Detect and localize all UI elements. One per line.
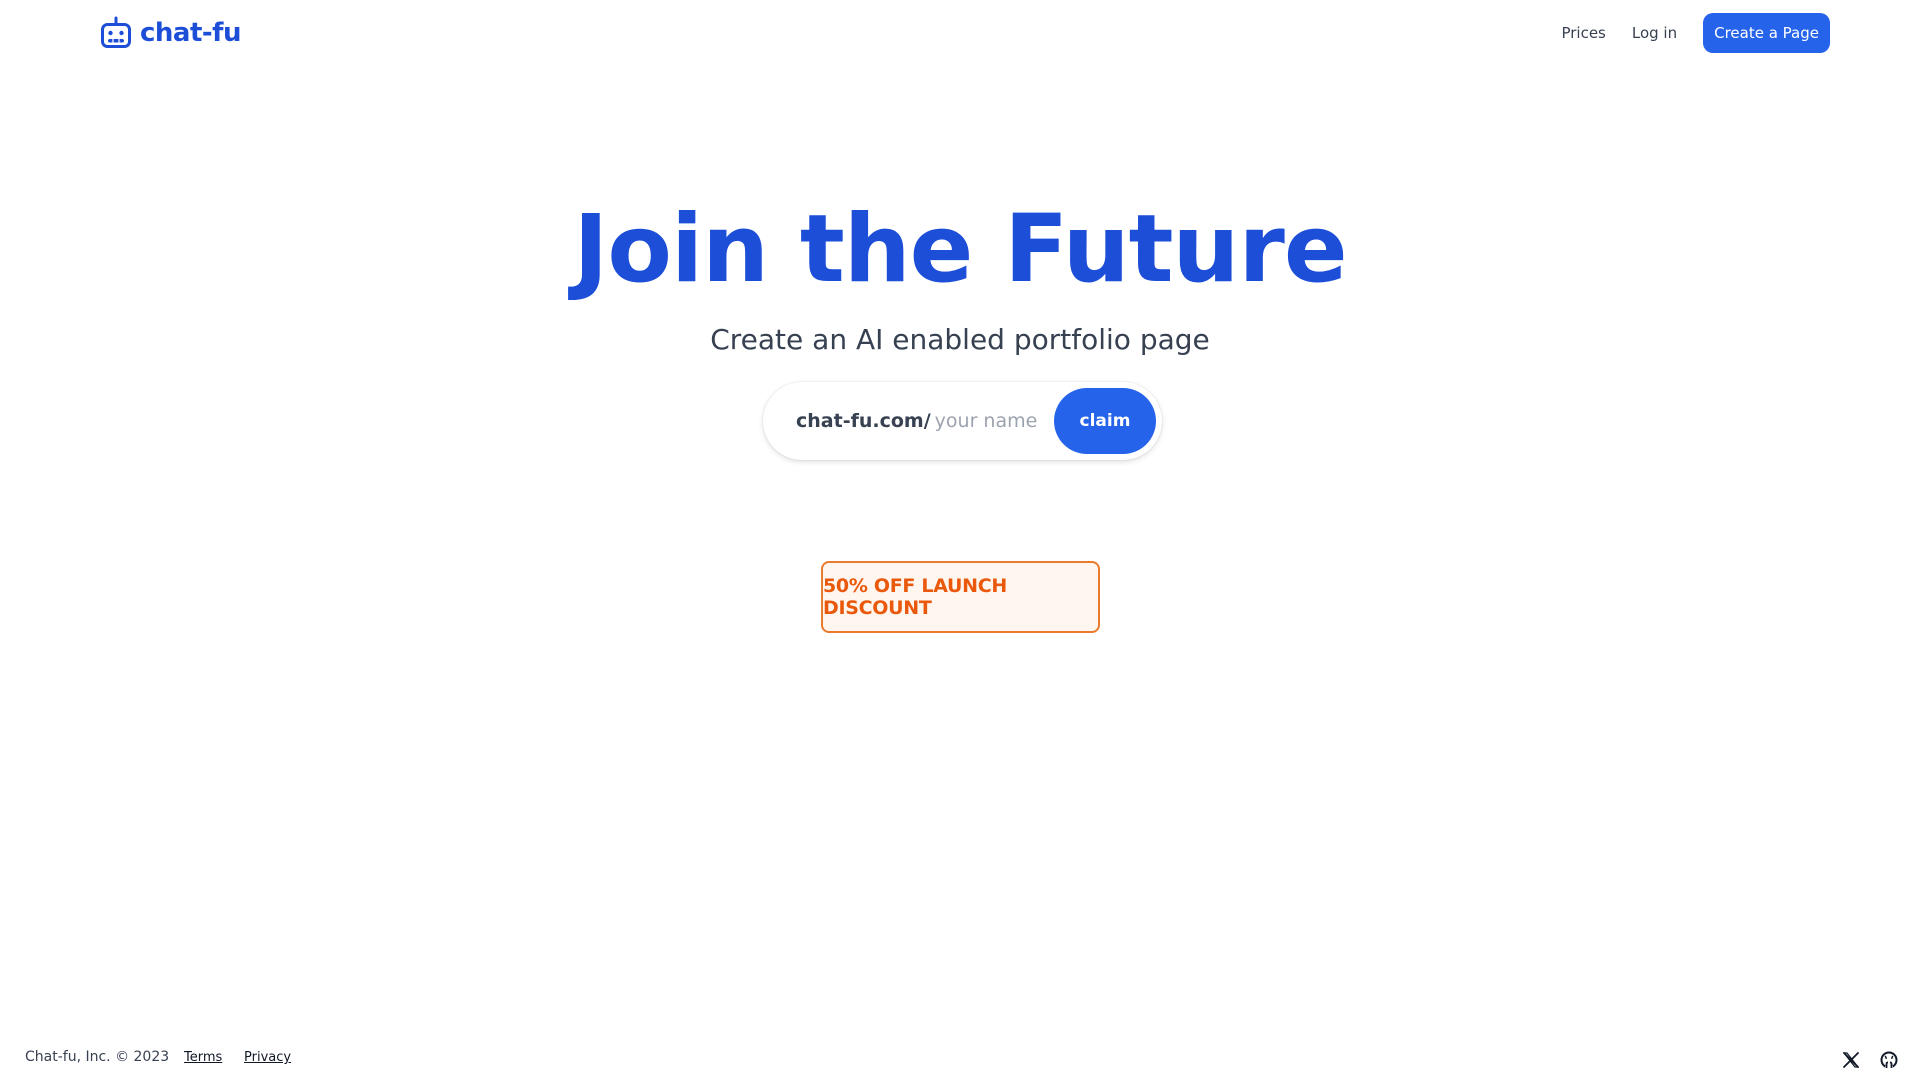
github-icon[interactable] bbox=[1879, 1050, 1899, 1070]
main-nav: Prices Log in Create a Page bbox=[1561, 13, 1830, 53]
x-icon[interactable] bbox=[1841, 1050, 1861, 1070]
logo-text: chat-fu bbox=[140, 18, 242, 48]
claim-url-prefix: chat-fu.com/ bbox=[796, 410, 931, 432]
robot-icon bbox=[100, 16, 132, 50]
hero-title: Join the Future bbox=[573, 195, 1347, 304]
hero-subtitle: Create an AI enabled portfolio page bbox=[710, 323, 1210, 356]
footer-terms-link[interactable]: Terms bbox=[184, 1050, 222, 1065]
site-header: chat-fu Prices Log in Create a Page bbox=[0, 0, 1920, 66]
claim-form: chat-fu.com/ claim bbox=[763, 382, 1162, 460]
launch-discount-badge[interactable]: 50% OFF LAUNCH DISCOUNT bbox=[821, 561, 1100, 633]
nav-login-link[interactable]: Log in bbox=[1632, 24, 1677, 42]
claim-button[interactable]: claim bbox=[1054, 388, 1156, 454]
footer-privacy-link[interactable]: Privacy bbox=[244, 1050, 291, 1065]
nav-prices-link[interactable]: Prices bbox=[1561, 24, 1605, 42]
footer-copyright: Chat-fu, Inc. © 2023 bbox=[25, 1049, 170, 1065]
create-page-button[interactable]: Create a Page bbox=[1703, 13, 1830, 53]
claim-name-input[interactable] bbox=[934, 410, 1070, 432]
site-footer: Chat-fu, Inc. © 2023 Terms Privacy bbox=[0, 1040, 1920, 1080]
logo-link[interactable]: chat-fu bbox=[100, 15, 242, 51]
